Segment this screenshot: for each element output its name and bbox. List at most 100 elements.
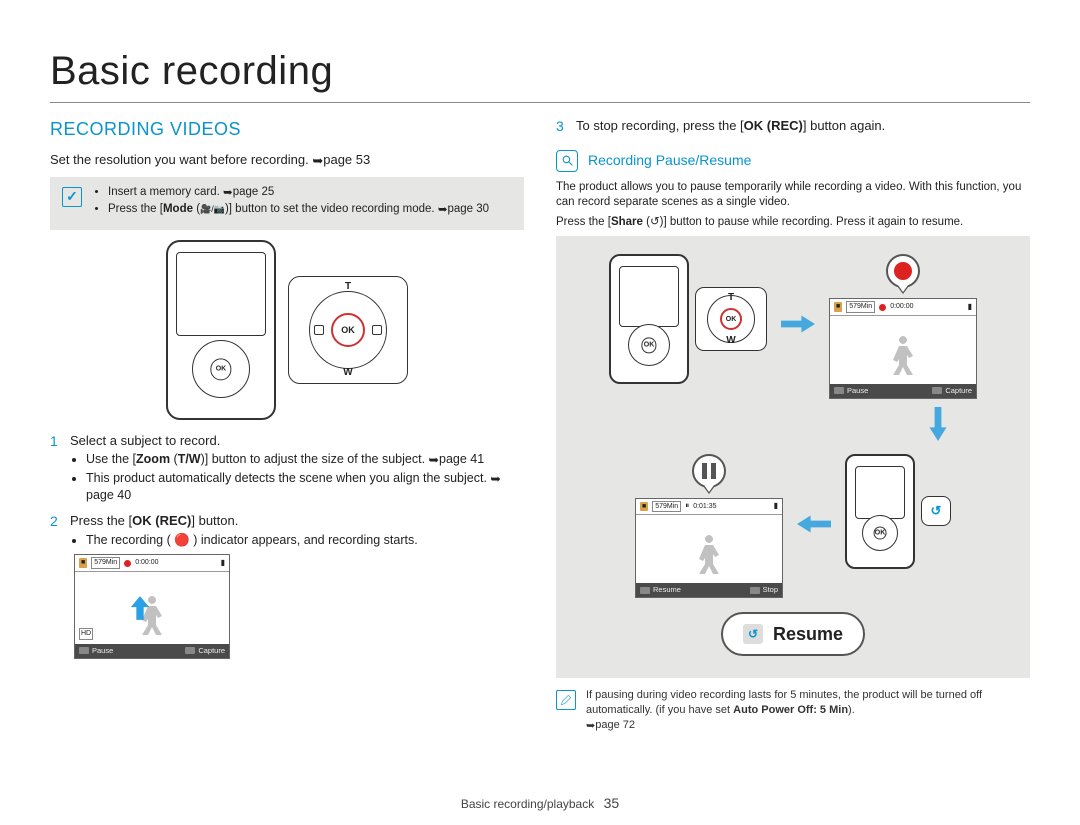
page-ref-arrow-icon: ➥ bbox=[586, 719, 595, 734]
battery-icon: ▮ bbox=[221, 558, 225, 569]
ok-button-icon: OK bbox=[210, 359, 231, 380]
flow-arrow-down-icon bbox=[926, 407, 950, 446]
note-bullet-1: Insert a memory card. ➥page 25 bbox=[108, 185, 489, 201]
footer-page-number: 35 bbox=[604, 795, 620, 811]
subject-silhouette-icon bbox=[883, 330, 923, 380]
s2-pre: Press the [ bbox=[70, 513, 132, 528]
page-ref-arrow-icon: ➥ bbox=[429, 452, 439, 469]
step2-bullet1: The recording ( 🔴 ) indicator appears, a… bbox=[86, 532, 524, 549]
step1-bullet2: This product automatically detects the s… bbox=[86, 470, 524, 504]
subsection-title: Recording Pause/Resume bbox=[588, 151, 751, 170]
tw-label: T/W bbox=[178, 452, 201, 466]
share-button-callout-icon: ↺ bbox=[921, 496, 951, 526]
auto-power-off-label: Auto Power Off: 5 Min bbox=[733, 704, 848, 716]
subsection-header: Recording Pause/Resume bbox=[556, 150, 1030, 172]
note1-pre: Insert a memory card. bbox=[108, 186, 223, 198]
s3-pre: To stop recording, press the [ bbox=[576, 118, 744, 133]
left-column: RECORDING VIDEOS Set the resolution you … bbox=[50, 117, 524, 733]
dpad-icon: OK bbox=[628, 324, 670, 366]
subsection-desc-2: Press the [Share (↺)] button to pause wh… bbox=[556, 215, 1030, 231]
camcorder-outline: OK bbox=[845, 454, 915, 569]
share-label: Share bbox=[611, 216, 643, 228]
note-pencil-icon bbox=[556, 690, 576, 710]
hd-badge: HD bbox=[79, 628, 93, 639]
subject-silhouette-icon bbox=[689, 529, 729, 579]
softkey-icon bbox=[185, 647, 195, 654]
section-heading: RECORDING VIDEOS bbox=[50, 117, 524, 141]
step1-text: Select a subject to record. bbox=[70, 432, 524, 450]
note-bullet-2: Press the [Mode (🎥/📷)] button to set the… bbox=[108, 202, 489, 218]
note2-pre: Press the [ bbox=[108, 203, 163, 215]
s1b2-ref: page 40 bbox=[86, 488, 131, 502]
step-2: 2 Press the [OK (REC)] button. The recor… bbox=[50, 512, 524, 659]
page-ref-arrow-icon: ➥ bbox=[223, 186, 233, 202]
footnote-ref: page 72 bbox=[595, 719, 635, 731]
softkey-capture: Capture bbox=[945, 386, 972, 396]
zoom-label: Zoom bbox=[136, 452, 170, 466]
stby-chip-icon: ■ bbox=[640, 502, 648, 511]
flow-arrow-left-icon bbox=[797, 512, 831, 541]
record-bubble-icon bbox=[886, 254, 920, 288]
dpad-icon: OK bbox=[192, 340, 250, 398]
resume-pill-icon: ↺ bbox=[743, 624, 763, 644]
lcd-preview-recording: ■ 579Min 0:00:00 ▮ bbox=[829, 298, 977, 399]
step-1: 1 Select a subject to record. Use the [Z… bbox=[50, 432, 524, 506]
note2-post: )] button to set the video recording mod… bbox=[225, 203, 438, 215]
page-ref-arrow-icon: ➥ bbox=[312, 152, 323, 170]
zoom-w-label: W bbox=[726, 334, 735, 348]
rec-time: 0:00:00 bbox=[890, 302, 913, 311]
resume-pill-label: Resume bbox=[773, 622, 843, 646]
s1b1-ref: page 41 bbox=[439, 452, 484, 466]
intro-text: Set the resolution you want before recor… bbox=[50, 151, 524, 169]
right-column: 3 To stop recording, press the [OK (REC)… bbox=[556, 117, 1030, 733]
camcorder-outline: OK bbox=[166, 240, 276, 420]
rec-dot-icon bbox=[879, 304, 886, 311]
title-rule bbox=[50, 102, 1030, 103]
ok-button-icon: OK bbox=[641, 338, 656, 353]
step-number: 3 bbox=[556, 117, 568, 136]
ok-rec-label: OK (REC) bbox=[744, 118, 803, 133]
ok-rec-button-icon: OK bbox=[720, 308, 742, 330]
softkey-capture: Capture bbox=[198, 646, 225, 656]
subject-silhouette-icon bbox=[132, 590, 172, 640]
lcd-preview-paused: ■ 579Min ⏸ 0:01:35 ▮ bbox=[635, 498, 783, 599]
stby-chip-icon: ■ bbox=[79, 558, 87, 567]
ok-button-icon: OK bbox=[874, 527, 887, 540]
s2-post: ] button. bbox=[191, 513, 238, 528]
softkey-resume: Resume bbox=[653, 585, 681, 595]
dpad-right-icon bbox=[372, 325, 382, 335]
memory-remaining: 579Min bbox=[91, 557, 120, 568]
mode-label: Mode bbox=[163, 203, 193, 215]
ok-rec-button-icon: OK bbox=[331, 313, 365, 347]
note2-mid: ( bbox=[193, 203, 200, 215]
memory-remaining: 579Min bbox=[846, 301, 875, 312]
stby-chip-icon: ■ bbox=[834, 302, 842, 311]
dpad-left-icon bbox=[314, 325, 324, 335]
sd2-pre: Press the [ bbox=[556, 216, 611, 228]
pause-state-block: ■ 579Min ⏸ 0:01:35 ▮ bbox=[635, 454, 783, 599]
flow-arrow-right-icon bbox=[781, 312, 815, 341]
footer-section: Basic recording/playback bbox=[461, 797, 594, 811]
lcd-preview-recording: ■ 579Min 0:00:00 ▮ HD bbox=[74, 554, 230, 659]
share-glyph-icon: ↺ bbox=[650, 216, 660, 228]
checkbox-icon: ✓ bbox=[62, 187, 82, 207]
pause-bubble-icon bbox=[692, 454, 726, 488]
footnote-post: ). bbox=[848, 704, 855, 716]
page-ref-arrow-icon: ➥ bbox=[490, 471, 500, 488]
video-photo-mode-icon: 🎥/📷 bbox=[200, 204, 225, 214]
dpad-callout: T OK W bbox=[288, 276, 408, 384]
step2-text: Press the [OK (REC)] button. bbox=[70, 512, 524, 530]
s3-post: ] button again. bbox=[803, 118, 885, 133]
prerequisite-note: ✓ Insert a memory card. ➥page 25 Press t… bbox=[50, 177, 524, 230]
rec-time: 0:00:00 bbox=[135, 558, 158, 567]
ok-rec-label: OK (REC) bbox=[132, 513, 191, 528]
dpad-icon: OK bbox=[862, 515, 898, 551]
page-ref-arrow-icon: ➥ bbox=[438, 203, 448, 219]
sd2-mid: ( bbox=[643, 216, 650, 228]
intro-pre: Set the resolution you want before recor… bbox=[50, 152, 312, 167]
s1b1-mid: ( bbox=[170, 452, 178, 466]
s1b1-pre: Use the [ bbox=[86, 452, 136, 466]
resume-pill: ↺ Resume bbox=[721, 612, 865, 656]
zoom-w-label: W bbox=[343, 366, 352, 380]
page-footer: Basic recording/playback 35 bbox=[0, 794, 1080, 813]
